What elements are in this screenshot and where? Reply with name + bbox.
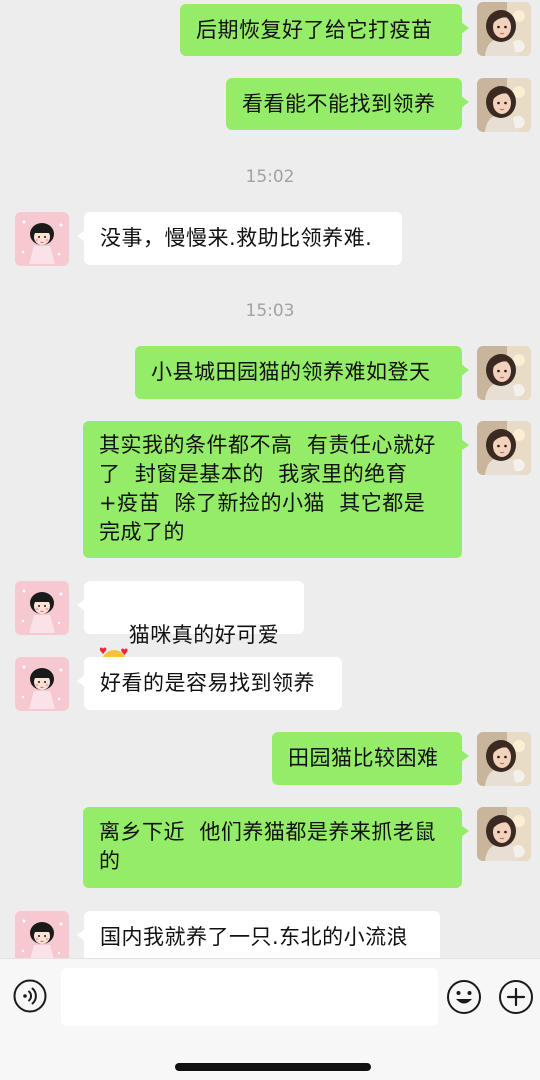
my-avatar[interactable]: [477, 421, 531, 475]
plus-icon[interactable]: [498, 979, 534, 1015]
message-text: 猫咪真的好可爱: [128, 623, 280, 647]
chat-input-bar: [0, 958, 540, 1080]
timestamp: 15:03: [245, 301, 295, 321]
message-bubble[interactable]: 田园猫比较困难: [272, 732, 469, 785]
my-avatar[interactable]: [477, 2, 531, 56]
contact-avatar[interactable]: [15, 911, 69, 958]
my-avatar[interactable]: [477, 346, 531, 400]
message-bubble[interactable]: 国内我就养了一只.东北的小流浪: [77, 911, 440, 958]
timestamp: 15:02: [245, 167, 295, 187]
chat-history[interactable]: 后期恢复好了给它打疫苗 看看能不能找到领养 15:02 没事，慢慢来.救助比领养…: [0, 0, 540, 958]
emoji-face-icon[interactable]: [446, 979, 482, 1015]
message-bubble[interactable]: 没事，慢慢来.救助比领养难.: [77, 212, 402, 265]
message-bubble[interactable]: 离乡下近 他们养猫都是养来抓老鼠的: [83, 807, 469, 888]
message-bubble[interactable]: 其实我的条件都不高 有责任心就好了 封窗是基本的 我家里的绝育+疫苗 除了新捡的…: [83, 421, 469, 558]
contact-avatar[interactable]: [15, 657, 69, 711]
message-bubble[interactable]: 看看能不能找到领养: [226, 78, 469, 130]
my-avatar[interactable]: [477, 78, 531, 132]
message-bubble[interactable]: 小县城田园猫的领养难如登天: [135, 346, 469, 399]
voice-icon[interactable]: [13, 979, 47, 1013]
message-bubble[interactable]: 猫咪真的好可爱♥♥♥: [77, 581, 304, 674]
my-avatar[interactable]: [477, 807, 531, 861]
message-bubble[interactable]: 后期恢复好了给它打疫苗: [180, 4, 469, 56]
my-avatar[interactable]: [477, 732, 531, 786]
contact-avatar[interactable]: [15, 581, 69, 635]
contact-avatar[interactable]: [15, 212, 69, 266]
home-indicator[interactable]: [175, 1063, 371, 1071]
message-input[interactable]: [61, 968, 438, 1026]
message-bubble[interactable]: 好看的是容易找到领养: [77, 657, 342, 710]
